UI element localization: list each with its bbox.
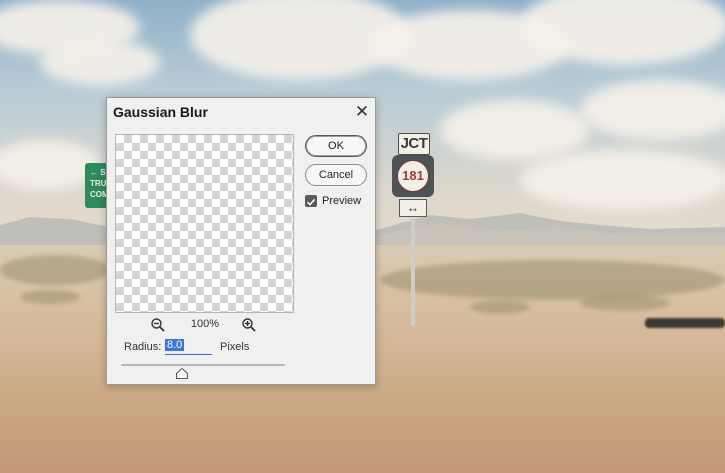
road-shadow: [645, 318, 725, 328]
radius-units: Pixels: [220, 341, 250, 353]
radius-label: Radius:: [124, 341, 162, 353]
zoom-level: 100%: [190, 318, 220, 330]
cloud: [520, 150, 725, 210]
dialog-titlebar[interactable]: Gaussian Blur ✕: [107, 98, 375, 126]
radius-slider-track[interactable]: [121, 364, 285, 366]
close-icon[interactable]: ✕: [353, 103, 371, 121]
radius-input[interactable]: 8.0: [165, 339, 212, 355]
cloud: [440, 100, 590, 160]
zoom-out-icon[interactable]: [150, 317, 166, 333]
direction-arrow-sign: ↔: [399, 199, 427, 217]
zoom-in-icon[interactable]: [241, 317, 257, 333]
preview-checkbox[interactable]: [305, 195, 317, 207]
route-number: 181: [397, 160, 429, 192]
radius-slider-thumb[interactable]: [175, 366, 188, 379]
blur-preview-area[interactable]: [115, 134, 294, 313]
gaussian-blur-dialog: Gaussian Blur ✕ 100% Radius: 8.0 Pixels …: [106, 97, 376, 385]
cloud: [40, 40, 160, 85]
sign-post: [411, 218, 415, 326]
cancel-button[interactable]: Cancel: [305, 164, 367, 186]
shrub: [0, 255, 110, 285]
preview-label[interactable]: Preview: [322, 195, 361, 207]
shrub: [470, 300, 530, 314]
junction-sign: JCT: [398, 133, 430, 155]
shrub: [580, 295, 670, 311]
dialog-title: Gaussian Blur: [113, 104, 208, 120]
shrub: [380, 260, 725, 300]
checkmark-icon: [306, 198, 316, 206]
shrub: [20, 290, 80, 304]
route-sign: 181: [392, 155, 434, 197]
radius-value[interactable]: 8.0: [165, 339, 185, 351]
ok-button[interactable]: OK: [305, 135, 367, 157]
